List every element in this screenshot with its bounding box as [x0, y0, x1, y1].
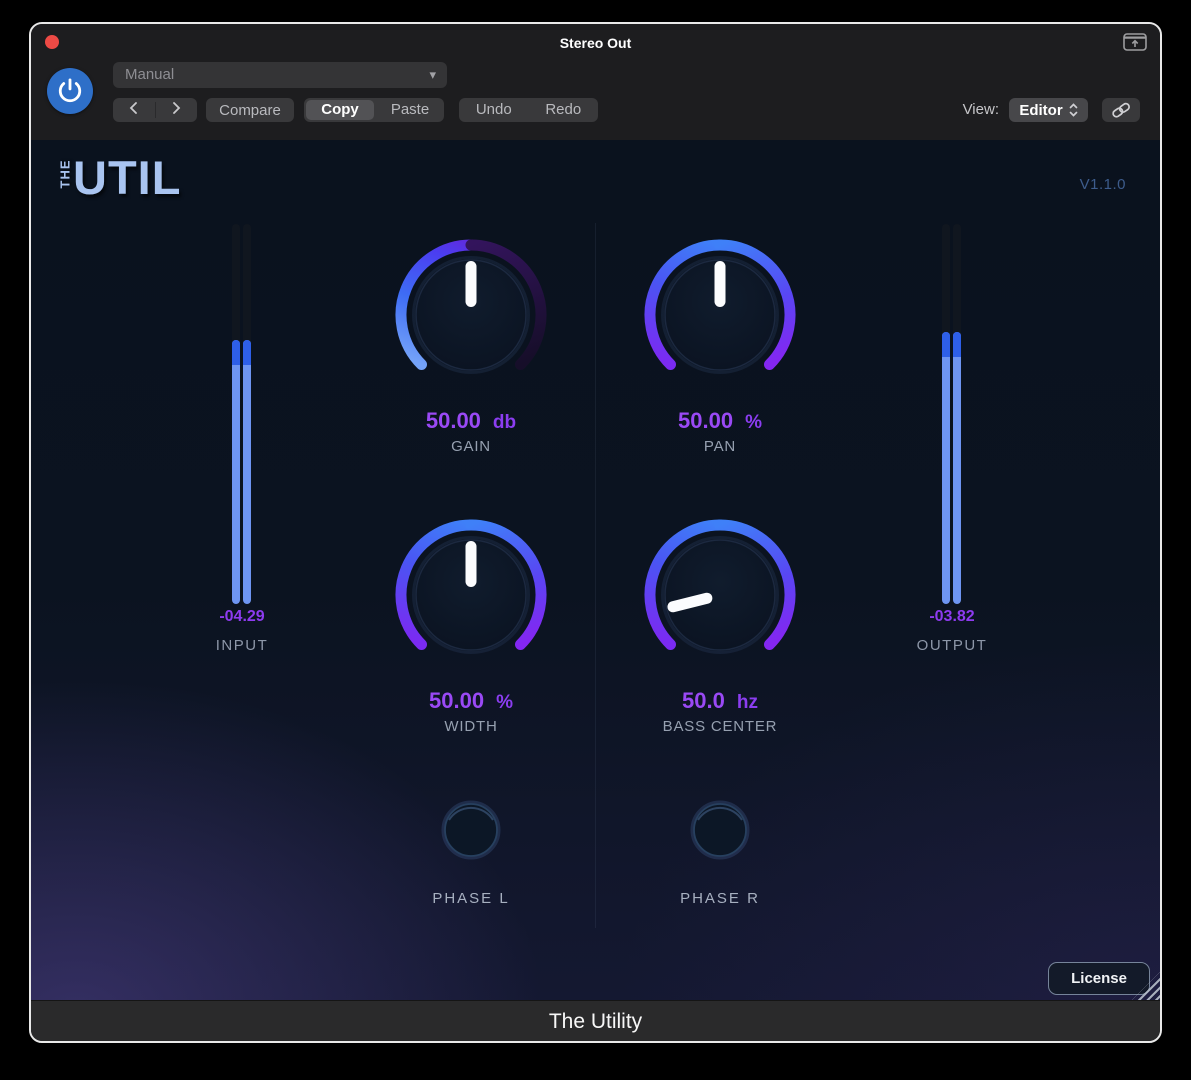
phase-right-label: PHASE R	[650, 890, 790, 907]
input-meter-bar-right	[243, 224, 251, 604]
version-label: V1.1.0	[1080, 176, 1126, 193]
undo-redo-group: Undo Redo	[459, 98, 598, 122]
plugin-window: Stereo Out Manual ▾	[29, 22, 1162, 1043]
preset-nav-group	[113, 98, 197, 122]
input-label: INPUT	[172, 637, 312, 654]
width-label: WIDTH	[361, 718, 581, 735]
redo-button[interactable]: Redo	[529, 98, 599, 122]
title-bar: Stereo Out	[31, 24, 1160, 60]
phase-left-label: PHASE L	[401, 890, 541, 907]
window-title: Stereo Out	[31, 24, 1160, 60]
preset-value: Manual	[125, 66, 174, 83]
width-knob-indicator	[466, 541, 477, 587]
link-button[interactable]	[1102, 98, 1140, 122]
preset-dropdown[interactable]: Manual ▾	[113, 62, 447, 88]
plugin-body: THE UTIL V1.1.0 -04.29 INPUT -03.82 OUTP…	[31, 140, 1160, 1000]
output-meter-bar-right	[953, 224, 961, 604]
license-button[interactable]: License	[1048, 962, 1150, 995]
pan-label: PAN	[610, 438, 830, 455]
bass-center-knob[interactable]	[630, 505, 810, 685]
bass-center-value-row: 50.0 hz	[610, 688, 830, 714]
up-down-chevrons-icon	[1069, 102, 1078, 118]
width-unit: %	[496, 692, 513, 713]
bass-center-label: BASS CENTER	[610, 718, 830, 735]
phase-left-button[interactable]	[436, 795, 506, 865]
view-label: View:	[963, 98, 999, 122]
compare-button[interactable]: Compare	[206, 98, 294, 122]
view-value: Editor	[1019, 102, 1062, 119]
width-value: 50.00	[429, 688, 484, 713]
gain-value-row: 50.00 db	[361, 408, 581, 434]
input-meter	[232, 224, 252, 604]
plugin-name: The Utility	[31, 1001, 1160, 1042]
footer-bar: The Utility	[31, 1000, 1160, 1042]
output-meter	[942, 224, 962, 604]
view-dropdown[interactable]: Editor	[1009, 98, 1088, 122]
brand-util: UTIL	[73, 154, 181, 202]
undo-button[interactable]: Undo	[459, 98, 529, 122]
brand-the: THE	[58, 173, 73, 189]
gain-knob-indicator	[466, 261, 477, 307]
width-knob[interactable]	[381, 505, 561, 685]
chain-link-icon	[1111, 102, 1131, 118]
output-meter-bar-left	[942, 224, 950, 604]
next-preset-button[interactable]	[156, 98, 198, 122]
copy-paste-group: Copy Paste	[304, 98, 444, 122]
output-value: -03.82	[882, 608, 1022, 626]
pan-value-row: 50.00%	[610, 408, 830, 434]
brand-logo: THE UTIL	[57, 154, 181, 202]
prev-preset-button[interactable]	[113, 98, 155, 122]
toolbar: Manual ▾ Compare	[31, 60, 1160, 140]
compare-label: Compare	[219, 102, 281, 119]
pan-knob[interactable]	[630, 225, 810, 405]
bass-center-unit: hz	[737, 692, 758, 713]
input-meter-bar-left	[232, 224, 240, 604]
gain-knob[interactable]	[381, 225, 561, 405]
paste-button[interactable]: Paste	[376, 98, 444, 122]
input-value: -04.29	[172, 608, 312, 626]
phase-right-button[interactable]	[685, 795, 755, 865]
gain-label: GAIN	[361, 438, 581, 455]
copy-button[interactable]: Copy	[306, 100, 374, 120]
bass-center-value: 50.0	[682, 688, 725, 713]
width-value-row: 50.00%	[361, 688, 581, 714]
gain-unit: db	[493, 412, 516, 433]
pan-knob-indicator	[715, 261, 726, 307]
gain-value: 50.00	[426, 408, 481, 433]
popout-window-icon[interactable]	[1123, 33, 1147, 51]
output-label: OUTPUT	[882, 637, 1022, 654]
chevron-down-icon: ▾	[429, 62, 436, 87]
chevron-left-icon	[129, 102, 138, 114]
pan-value: 50.00	[678, 408, 733, 433]
chevron-right-icon	[172, 102, 181, 114]
pan-unit: %	[745, 412, 762, 433]
column-divider	[595, 223, 596, 928]
